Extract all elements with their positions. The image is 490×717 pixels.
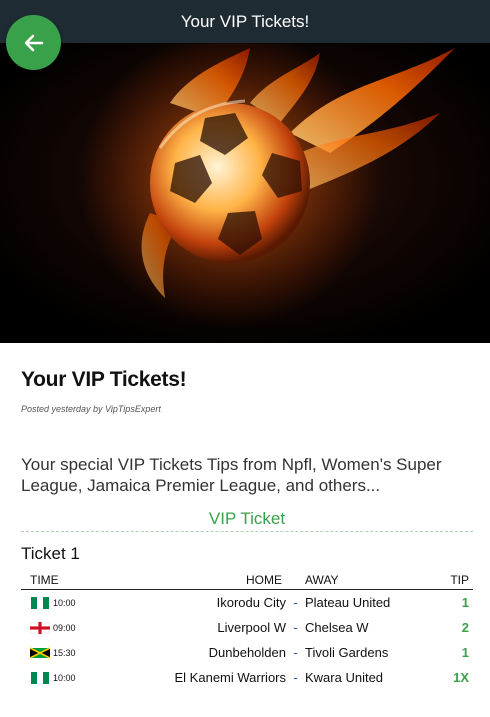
separator: -: [293, 595, 298, 610]
hero-image: [0, 43, 490, 343]
col-tip: TIP: [429, 571, 473, 590]
away-team: Plateau United: [305, 595, 391, 610]
match-time: 09:00: [53, 622, 76, 633]
away-team: Chelsea W: [305, 620, 369, 635]
table-row: 10:00 Ikorodu City - Plateau United 1: [21, 590, 473, 616]
separator: -: [293, 670, 298, 685]
match-time: 10:00: [53, 597, 76, 608]
tip-value: 1: [461, 645, 469, 660]
table-header-row: TIME HOME AWAY TIP: [21, 571, 473, 590]
nigeria-flag-icon: [31, 671, 49, 684]
post-meta: Posted yesterday by VipTipsExpert: [21, 404, 161, 414]
nigeria-flag-icon: [31, 596, 49, 609]
separator: -: [293, 620, 298, 635]
home-team: Liverpool W: [217, 620, 286, 635]
col-sep: [286, 571, 305, 590]
match-time: 15:30: [53, 647, 76, 658]
table-row: 09:00 Liverpool W - Chelsea W 2: [21, 615, 473, 640]
home-team: Ikorodu City: [216, 595, 286, 610]
separator: -: [293, 645, 298, 660]
away-team: Kwara United: [305, 670, 384, 685]
home-team: Dunbeholden: [208, 645, 286, 660]
home-team: El Kanemi Warriors: [174, 670, 286, 685]
england-flag-icon: [30, 621, 50, 634]
tip-value: 2: [461, 620, 469, 635]
post-content: Your VIP Tickets! Posted yesterday by Vi…: [21, 343, 473, 690]
section-title: VIP Ticket: [21, 509, 473, 532]
arrow-left-icon: [24, 34, 43, 51]
tips-table: TIME HOME AWAY TIP 10:00 Ikorodu City - …: [21, 571, 473, 690]
table-row: 10:00 El Kanemi Warriors - Kwara United …: [21, 665, 473, 690]
col-away: AWAY: [305, 571, 429, 590]
page-title: Your VIP Tickets!: [180, 12, 310, 31]
ticket-name: Ticket 1: [21, 544, 80, 563]
back-button[interactable]: [6, 15, 61, 70]
match-time: 10:00: [53, 672, 76, 683]
table-row: 15:30 Dunbeholden - Tivoli Gardens 1: [21, 640, 473, 665]
away-team: Tivoli Gardens: [305, 645, 389, 660]
tip-value: 1X: [453, 670, 469, 685]
col-home: HOME: [139, 571, 286, 590]
post-intro: Your special VIP Tickets Tips from Npfl,…: [21, 455, 442, 495]
tip-value: 1: [461, 595, 469, 610]
top-bar: Your VIP Tickets!: [0, 0, 490, 43]
post-title: Your VIP Tickets!: [21, 368, 187, 391]
jamaica-flag-icon: [30, 646, 50, 659]
col-time: TIME: [21, 571, 139, 590]
